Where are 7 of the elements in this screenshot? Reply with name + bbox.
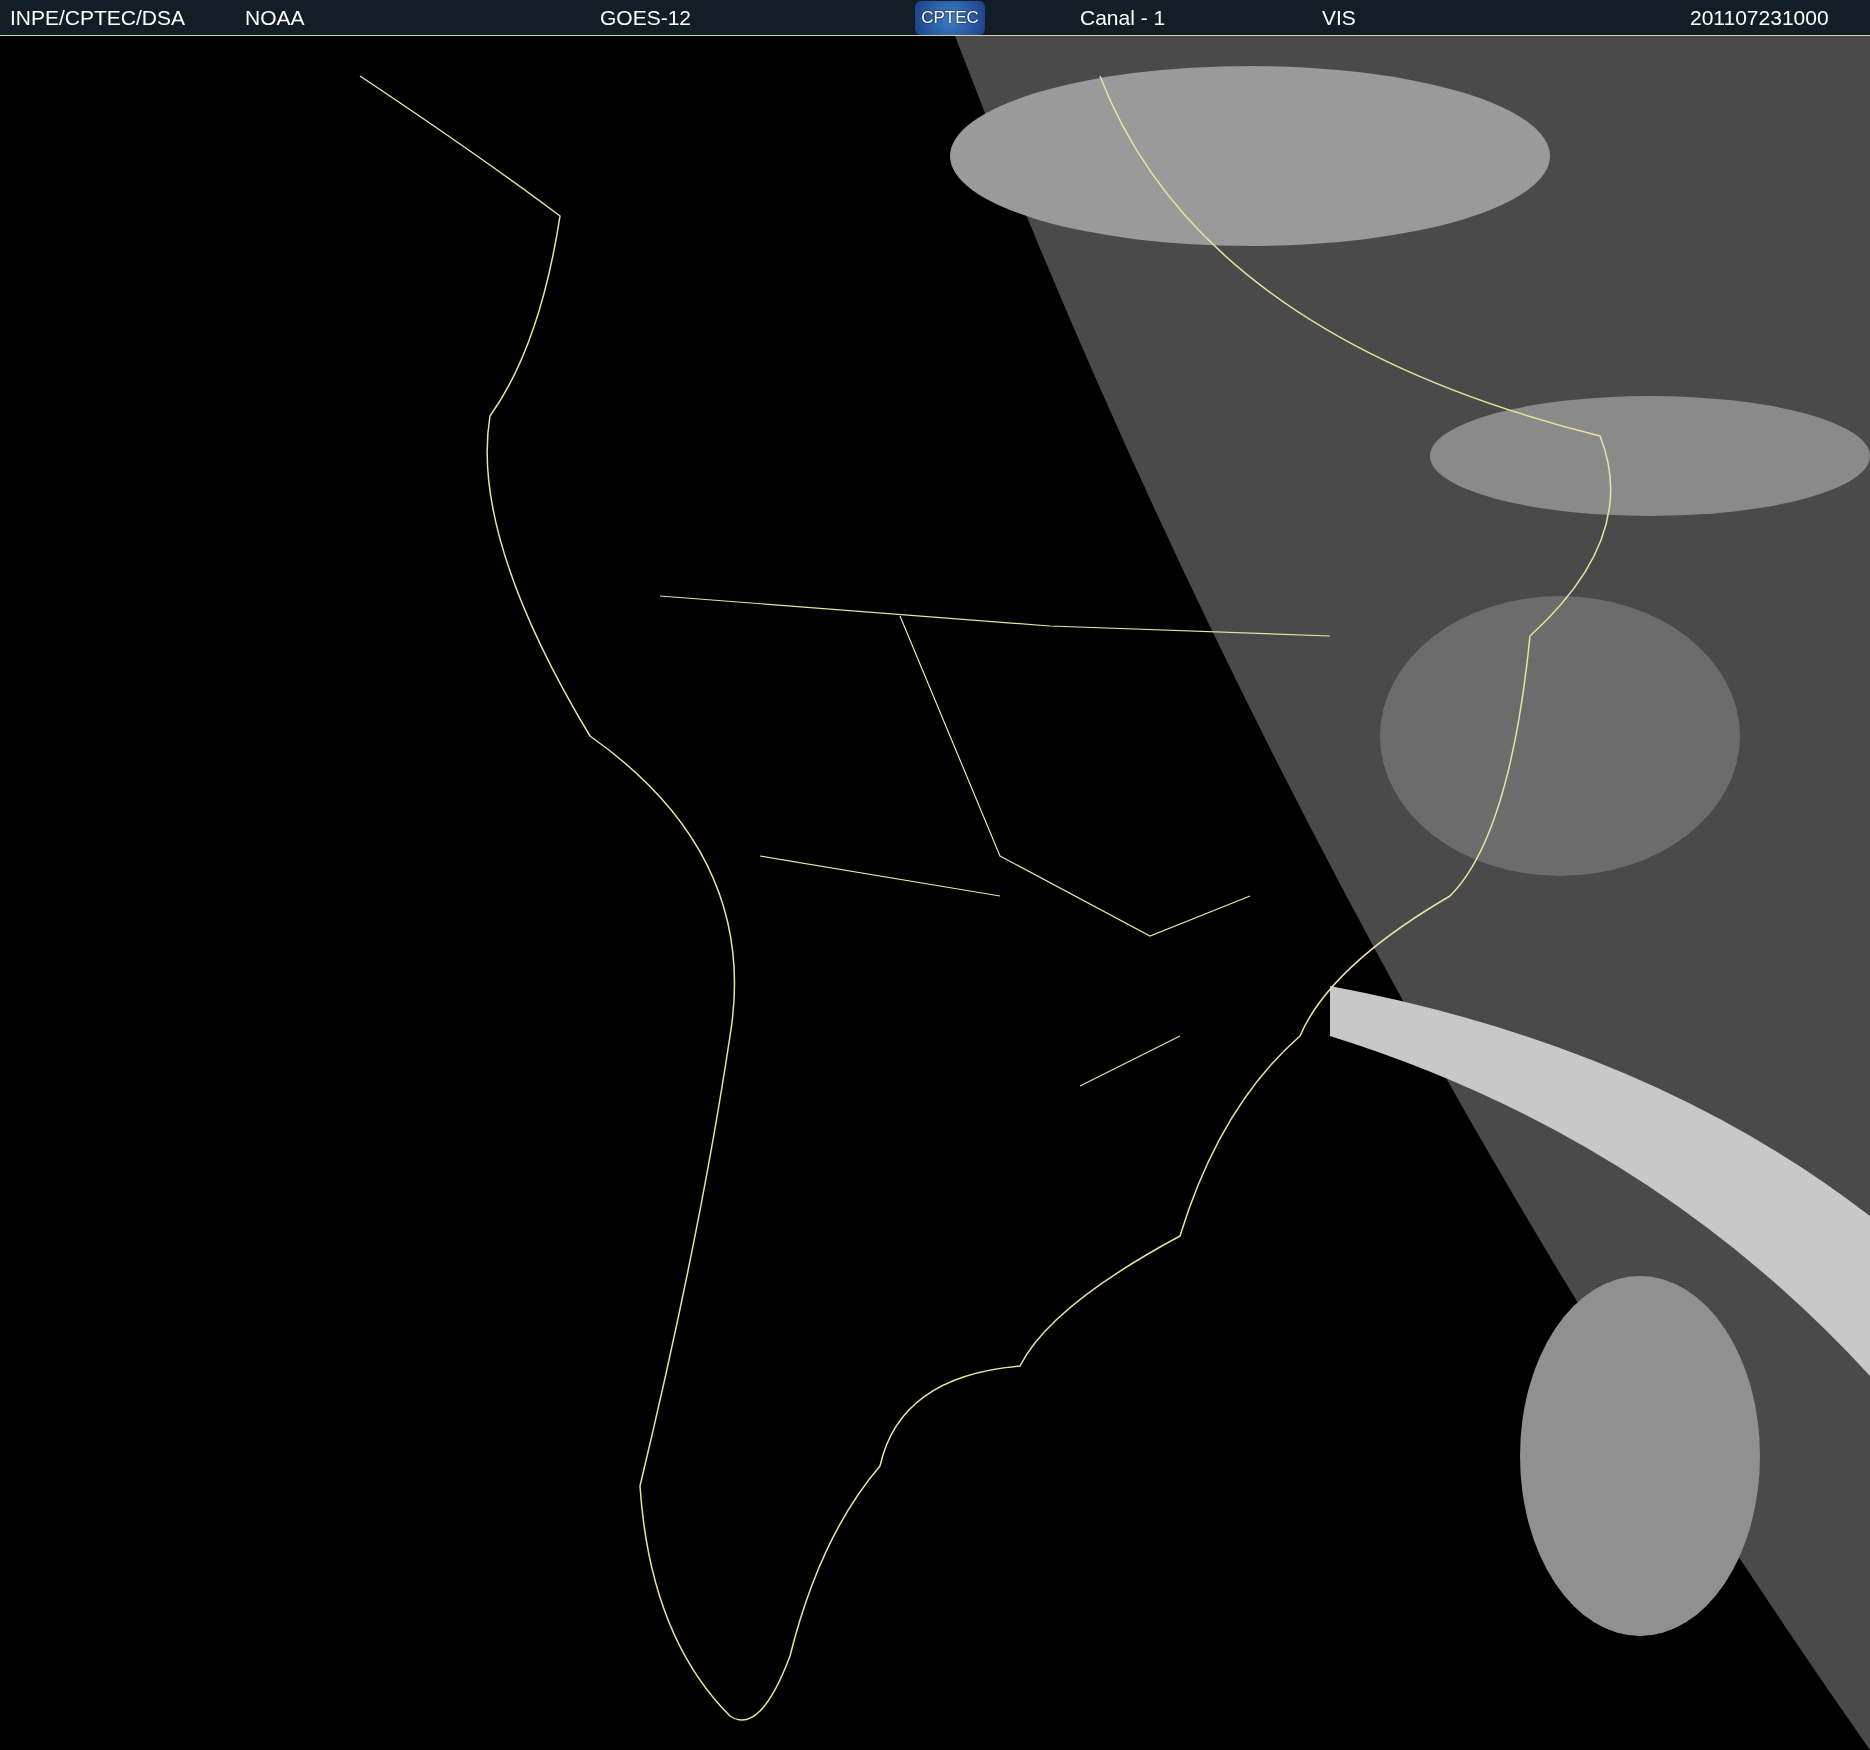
header-label: 201107231000 <box>1690 5 1829 30</box>
logo: CPTEC <box>915 0 985 35</box>
header-label: NOAA <box>245 5 305 30</box>
header-label: GOES-12 <box>600 5 692 30</box>
header-label: Canal - 1 <box>1080 5 1166 30</box>
header-label: INPE/CPTEC/DSA <box>10 5 186 30</box>
header-label: VIS <box>1322 5 1356 30</box>
